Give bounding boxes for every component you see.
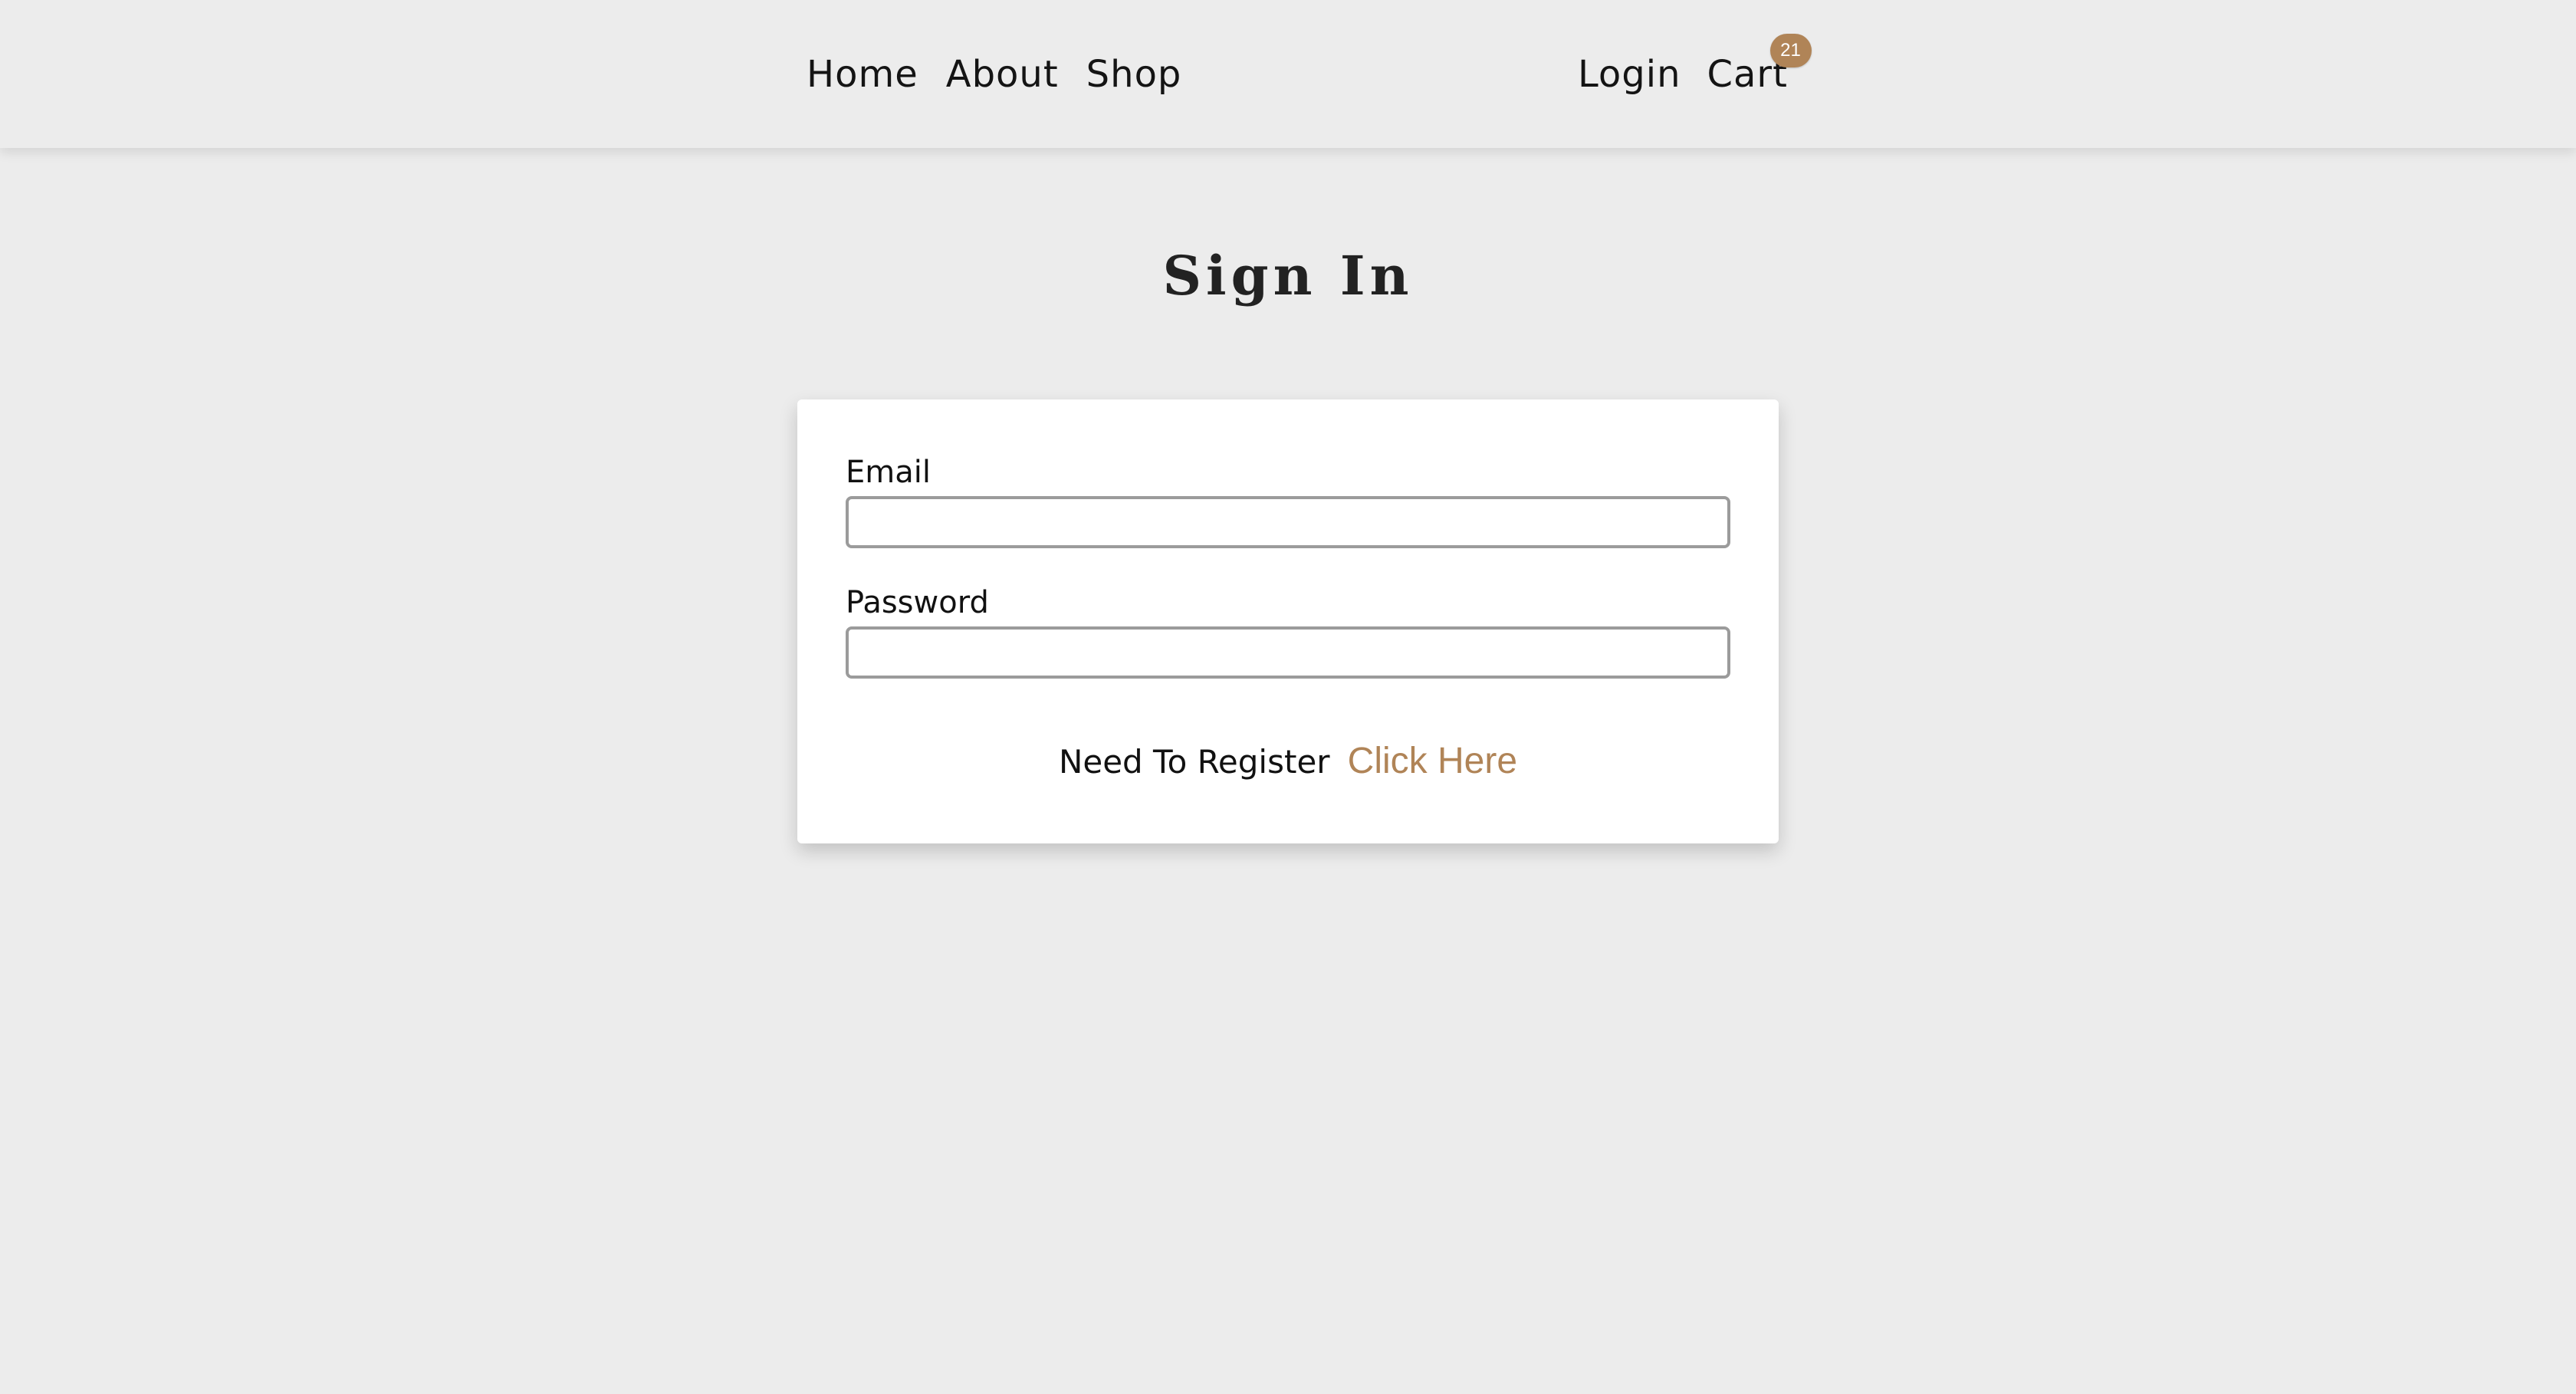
password-field-group: Password <box>846 582 1730 679</box>
nav-about-link[interactable]: About <box>946 48 1059 101</box>
account-nav: Login Cart 21 <box>1578 34 1812 101</box>
password-input[interactable] <box>846 626 1730 679</box>
register-link[interactable]: Click Here <box>1348 741 1517 781</box>
nav-login-link[interactable]: Login <box>1578 48 1681 101</box>
signin-card: Email Password Need To Register Click He… <box>797 399 1779 843</box>
main-nav: Home About Shop <box>807 48 1181 101</box>
email-label: Email <box>846 455 931 490</box>
top-navbar: Home About Shop Login Cart 21 <box>0 0 2576 148</box>
email-field-group: Email <box>846 452 1730 548</box>
cart-link-wrapper[interactable]: Cart 21 <box>1707 34 1812 101</box>
register-prompt-text: Need To Register <box>1058 743 1330 781</box>
email-input[interactable] <box>846 496 1730 548</box>
password-label: Password <box>846 585 989 620</box>
cart-count-badge: 21 <box>1769 34 1812 67</box>
nav-shop-link[interactable]: Shop <box>1086 48 1182 101</box>
register-prompt-row: Need To Register Click Here <box>797 740 1779 782</box>
page-title: Sign In <box>1162 244 1414 307</box>
nav-home-link[interactable]: Home <box>807 48 918 101</box>
